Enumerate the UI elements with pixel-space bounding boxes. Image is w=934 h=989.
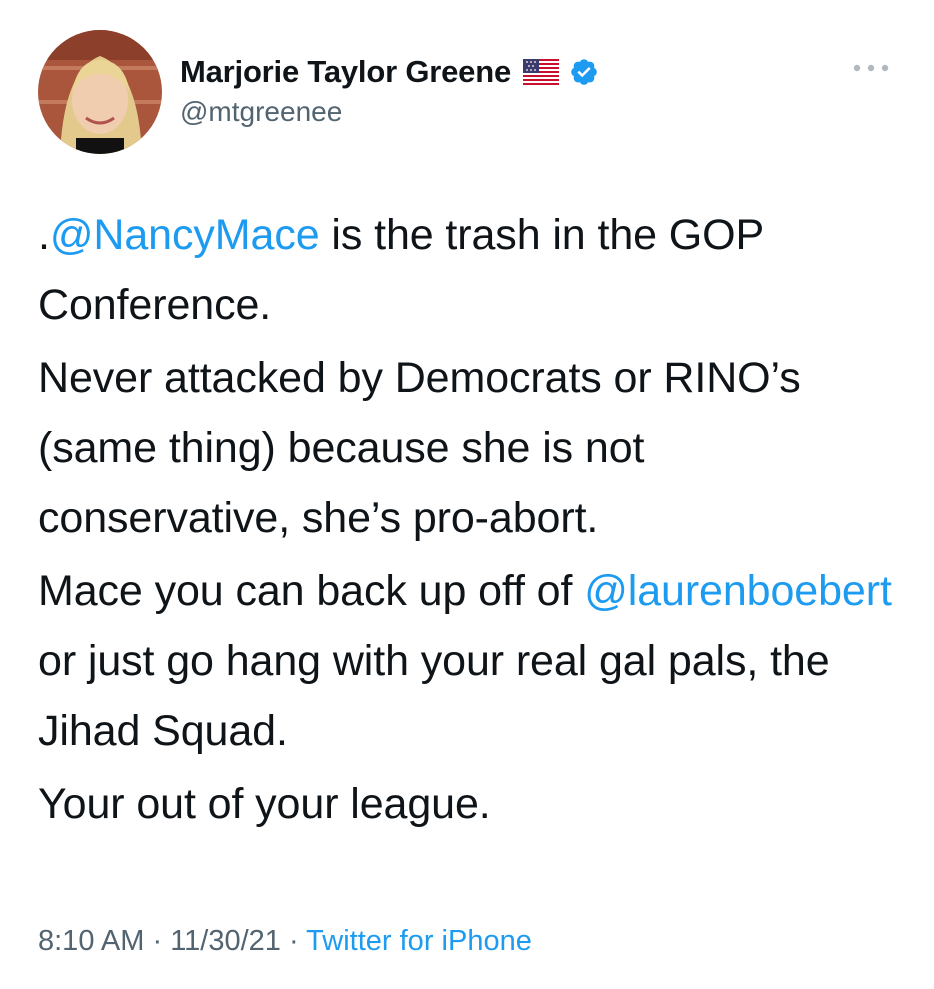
tweet-text-segment: or just go hang with your real gal pals,… bbox=[38, 637, 830, 755]
tweet-paragraph: .@NancyMace is the trash in the GOP Conf… bbox=[38, 200, 898, 340]
meta-separator: · bbox=[144, 925, 171, 957]
author-display-name[interactable]: Marjorie Taylor Greene bbox=[180, 54, 511, 90]
tweet-source-link[interactable]: Twitter for iPhone bbox=[306, 925, 532, 957]
mention-link[interactable]: @NancyMace bbox=[50, 211, 320, 259]
us-flag-icon bbox=[522, 59, 559, 85]
tweet-text: .@NancyMace is the trash in the GOP Conf… bbox=[38, 200, 898, 842]
tweet-metadata: 8:10 AM · 11/30/21 · Twitter for iPhone bbox=[38, 925, 532, 958]
tweet-text-prefix: . bbox=[38, 211, 50, 259]
avatar-image bbox=[38, 30, 162, 154]
tweet-time[interactable]: 8:10 AM bbox=[38, 925, 144, 957]
avatar[interactable] bbox=[38, 30, 162, 154]
more-options-icon[interactable] bbox=[848, 56, 894, 80]
meta-separator: · bbox=[280, 925, 307, 957]
author-handle[interactable]: @mtgreenee bbox=[180, 96, 342, 128]
tweet: Marjorie Taylor Greene @mtgreenee .@Nanc… bbox=[0, 0, 934, 989]
mention-link[interactable]: @laurenboebert bbox=[584, 567, 892, 615]
author-name-row: Marjorie Taylor Greene bbox=[180, 50, 599, 94]
tweet-date[interactable]: 11/30/21 bbox=[170, 925, 281, 957]
verified-badge-icon bbox=[569, 57, 599, 87]
tweet-paragraph: Never attacked by Democrats or RINO’s (s… bbox=[38, 354, 801, 542]
tweet-paragraph: Mace you can back up off of @laurenboebe… bbox=[38, 556, 898, 766]
tweet-text-segment: Mace you can back up off of bbox=[38, 567, 585, 615]
tweet-paragraph: Your out of your league. bbox=[38, 780, 491, 828]
